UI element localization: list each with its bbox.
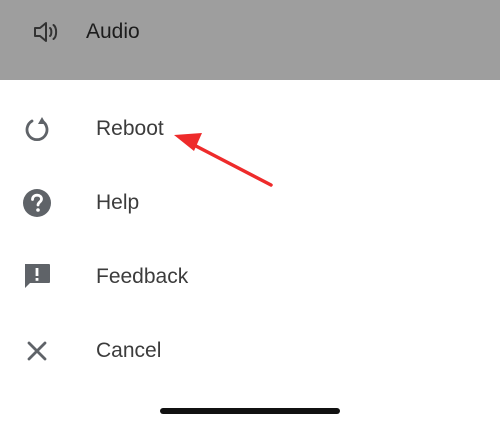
annotation-arrow-icon xyxy=(174,133,273,187)
feedback-icon xyxy=(25,264,50,288)
feedback-label: Feedback xyxy=(96,265,189,288)
menu-item-feedback[interactable]: Feedback xyxy=(0,240,500,314)
close-icon xyxy=(27,341,47,361)
menu-item-audio[interactable]: Audio xyxy=(0,0,500,64)
cancel-label: Cancel xyxy=(96,339,162,362)
speaker-icon xyxy=(34,22,58,42)
help-icon xyxy=(23,189,51,217)
reboot-label: Reboot xyxy=(96,117,164,140)
refresh-icon xyxy=(25,117,49,142)
top-overlay-bar: Audio xyxy=(0,0,500,80)
home-indicator[interactable] xyxy=(160,408,340,414)
audio-label: Audio xyxy=(86,20,140,43)
menu-item-cancel[interactable]: Cancel xyxy=(0,314,500,388)
help-label: Help xyxy=(96,191,140,214)
